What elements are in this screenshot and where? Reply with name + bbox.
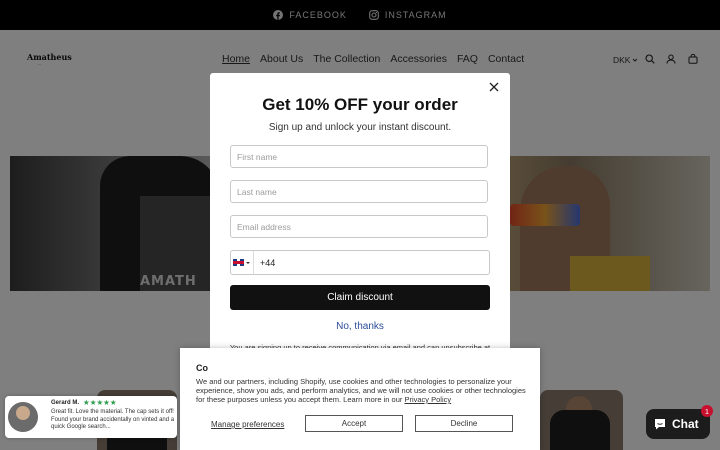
review-stars: ★★★★★ [83, 398, 117, 407]
review-text: Great fit. Love the material. The cap se… [51, 409, 175, 430]
last-name-input[interactable] [235, 185, 487, 198]
last-name-field[interactable] [230, 180, 488, 203]
country-selector[interactable] [231, 251, 254, 274]
manage-preferences-link[interactable]: Manage preferences [211, 420, 284, 429]
decline-cookies-button[interactable]: Decline [415, 415, 513, 432]
chat-button[interactable]: Chat 1 [646, 405, 713, 439]
first-name-input[interactable] [235, 150, 487, 163]
close-icon[interactable] [488, 81, 500, 93]
cookie-text: We and our partners, including Shopify, … [196, 377, 526, 404]
chat-label: Chat [672, 417, 699, 431]
chat-notification-badge: 1 [701, 405, 713, 417]
no-thanks-link[interactable]: No, thanks [210, 321, 510, 332]
popup-title: Get 10% OFF your order [262, 95, 458, 114]
reviewer-name: Gerard M. [51, 400, 80, 406]
first-name-field[interactable] [230, 145, 488, 168]
review-widget[interactable]: Gerard M. ★★★★★ Great fit. Love the mate… [5, 396, 177, 438]
cookie-banner: Co We and our partners, including Shopif… [180, 348, 540, 450]
email-field[interactable] [230, 215, 488, 238]
chat-bubble-icon [655, 419, 665, 430]
email-input[interactable] [235, 220, 487, 233]
cookie-body: We and our partners, including Shopify, … [196, 377, 526, 404]
phone-field[interactable]: +44 [230, 250, 490, 275]
privacy-policy-link[interactable]: Privacy Policy [404, 395, 451, 404]
reviewer-avatar [8, 402, 38, 432]
discount-popup: Get 10% OFF your order Sign up and unloc… [210, 73, 510, 376]
popup-subtitle: Sign up and unlock your instant discount… [268, 122, 452, 133]
chevron-down-icon [246, 261, 250, 264]
phone-country-code: +44 [260, 257, 276, 268]
cookie-title: Co [196, 363, 208, 373]
accept-cookies-button[interactable]: Accept [305, 415, 403, 432]
uk-flag-icon [233, 259, 244, 266]
claim-discount-button[interactable]: Claim discount [230, 285, 490, 310]
